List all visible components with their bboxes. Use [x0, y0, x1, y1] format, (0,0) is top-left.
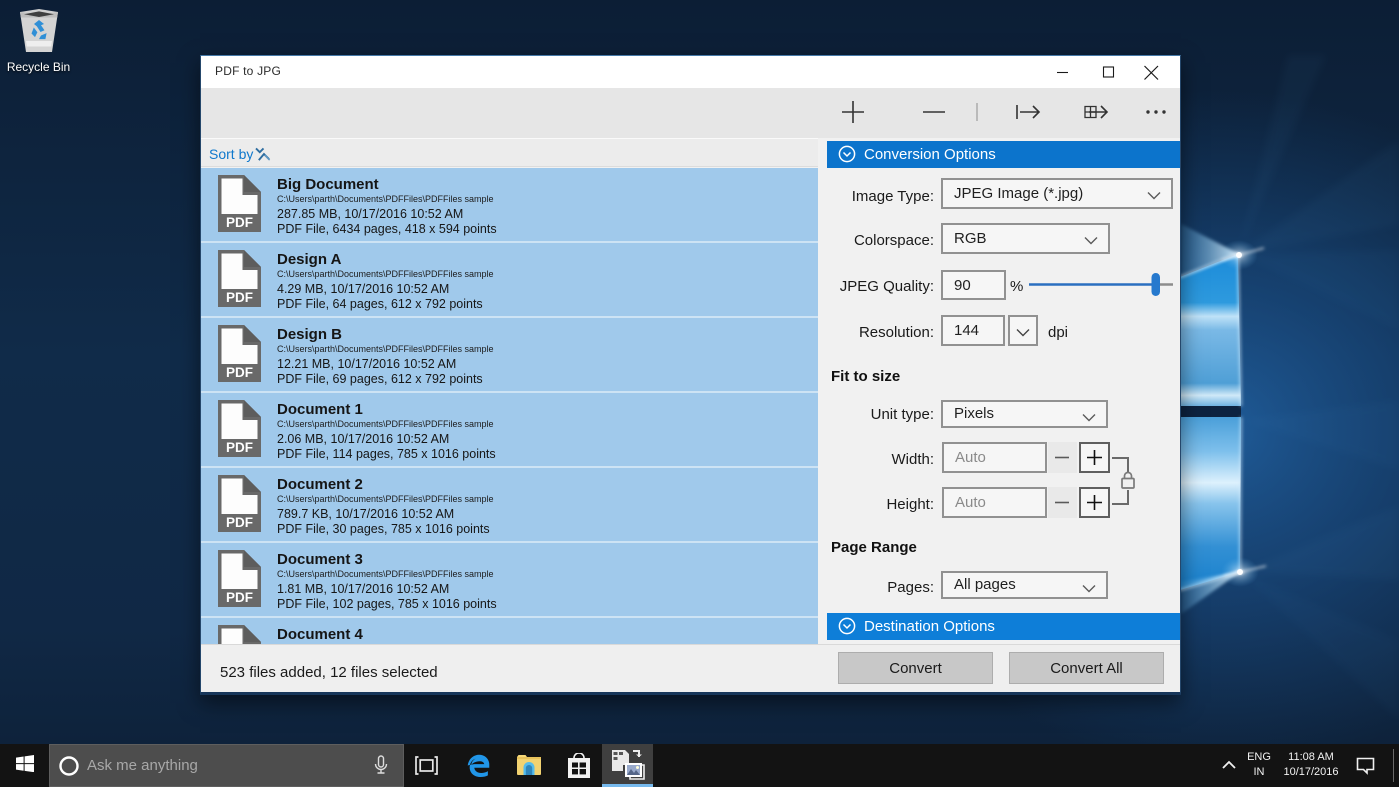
svg-text:PDF: PDF [226, 590, 253, 605]
svg-text:PDF: PDF [226, 290, 253, 305]
svg-text:PDF: PDF [226, 440, 253, 455]
svg-text:PDF: PDF [226, 365, 253, 380]
svg-text:PDF: PDF [226, 515, 253, 530]
svg-text:PDF: PDF [226, 215, 253, 230]
